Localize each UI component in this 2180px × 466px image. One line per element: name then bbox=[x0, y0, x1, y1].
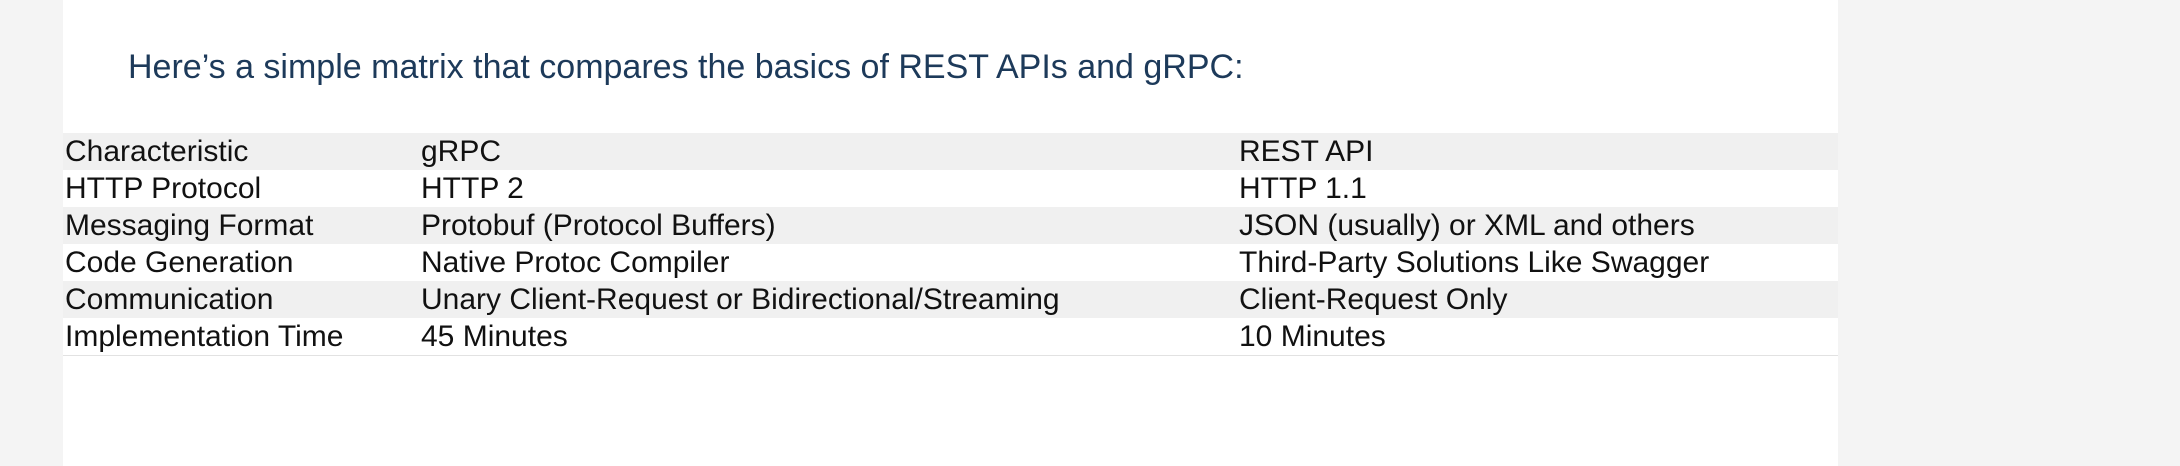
table-row: Messaging Format Protobuf (Protocol Buff… bbox=[63, 207, 1838, 244]
table-cell-characteristic: HTTP Protocol bbox=[65, 172, 262, 205]
header-cell-characteristic: Characteristic bbox=[65, 135, 249, 168]
table-row: Code Generation Native Protoc Compiler T… bbox=[63, 244, 1838, 281]
header-cell-rest-api: REST API bbox=[1239, 135, 1374, 168]
table-cell-rest-api: 10 Minutes bbox=[1239, 320, 1386, 353]
header-cell-grpc: gRPC bbox=[421, 135, 502, 168]
table-cell-grpc: Native Protoc Compiler bbox=[421, 246, 730, 279]
table-cell-characteristic: Implementation Time bbox=[65, 320, 344, 353]
table-header-row: Characteristic gRPC REST API bbox=[63, 133, 1838, 170]
article-content: Here’s a simple matrix that compares the… bbox=[63, 0, 1838, 466]
table-row: HTTP Protocol HTTP 2 HTTP 1.1 bbox=[63, 170, 1838, 207]
table-cell-rest-api: Third-Party Solutions Like Swagger bbox=[1239, 246, 1710, 279]
table-cell-characteristic: Messaging Format bbox=[65, 209, 314, 242]
intro-paragraph: Here’s a simple matrix that compares the… bbox=[128, 48, 1244, 86]
table-cell-rest-api: JSON (usually) or XML and others bbox=[1239, 209, 1695, 242]
comparison-table: Characteristic gRPC REST API HTTP Protoc… bbox=[63, 133, 1838, 356]
table-row: Implementation Time 45 Minutes 10 Minute… bbox=[63, 318, 1838, 355]
table-cell-rest-api: HTTP 1.1 bbox=[1239, 172, 1367, 205]
table-row: Communication Unary Client-Request or Bi… bbox=[63, 281, 1838, 318]
table-cell-grpc: Protobuf (Protocol Buffers) bbox=[421, 209, 776, 242]
table-cell-grpc: 45 Minutes bbox=[421, 320, 568, 353]
table-cell-grpc: HTTP 2 bbox=[421, 172, 524, 205]
table-cell-characteristic: Communication bbox=[65, 283, 274, 316]
table-cell-rest-api: Client-Request Only bbox=[1239, 283, 1508, 316]
table-cell-grpc: Unary Client-Request or Bidirectional/St… bbox=[421, 283, 1060, 316]
table-cell-characteristic: Code Generation bbox=[65, 246, 294, 279]
